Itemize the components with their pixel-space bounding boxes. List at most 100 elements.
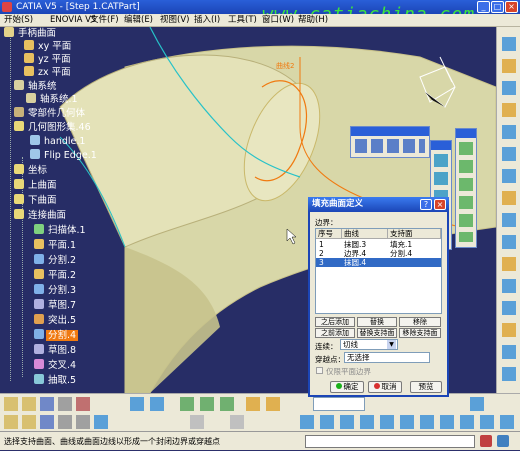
chevron-down-icon[interactable]: ▼ bbox=[387, 340, 396, 349]
point-icon[interactable] bbox=[502, 59, 516, 73]
swap-space-icon[interactable] bbox=[500, 415, 514, 429]
close-icon[interactable]: × bbox=[434, 199, 446, 210]
table-row[interactable]: 1 抹圆.3 填充.1 bbox=[316, 240, 441, 249]
menu-window[interactable]: 窗口(W) bbox=[262, 14, 294, 27]
line-icon[interactable] bbox=[502, 81, 516, 95]
toolbar-title-bar[interactable] bbox=[351, 127, 429, 136]
maximize-icon[interactable]: □ bbox=[491, 1, 504, 13]
tree-node-flip-edge-1[interactable]: Flip Edge.1 bbox=[30, 149, 99, 161]
menu-help[interactable]: 帮助(H) bbox=[298, 14, 328, 27]
grid-icon[interactable] bbox=[230, 415, 244, 429]
corner-icon[interactable] bbox=[502, 169, 516, 183]
tree-node-yz-plane[interactable]: yz 平面 bbox=[24, 53, 73, 65]
cancel-button[interactable]: 取消 bbox=[368, 381, 402, 393]
projection-icon[interactable] bbox=[502, 191, 516, 205]
replace-support-button[interactable]: 替换支持面 bbox=[357, 328, 397, 338]
hide-show-icon[interactable] bbox=[480, 415, 494, 429]
open-file-icon[interactable] bbox=[22, 397, 36, 411]
replace-button[interactable]: 替换 bbox=[357, 317, 397, 327]
floating-toolbar-operations[interactable] bbox=[455, 128, 477, 248]
remove-support-button[interactable]: 移除支持面 bbox=[399, 328, 441, 338]
tool-icon-column[interactable] bbox=[459, 142, 473, 242]
save-icon[interactable] bbox=[40, 397, 54, 411]
add-after-button[interactable]: 之后添加 bbox=[315, 317, 355, 327]
planar-boundary-checkbox[interactable] bbox=[316, 367, 323, 374]
ok-button[interactable]: 确定 bbox=[330, 381, 364, 393]
stop-icon[interactable] bbox=[480, 435, 492, 447]
helix-icon[interactable] bbox=[502, 235, 516, 249]
floating-toolbar-sketch[interactable] bbox=[350, 126, 430, 158]
tree-node-split-4[interactable]: 分割.4 bbox=[34, 329, 79, 341]
tree-node-plane-2[interactable]: 平面.2 bbox=[34, 269, 78, 281]
tree-node-extract-5[interactable]: 抽取.5 bbox=[34, 374, 78, 386]
undo-icon[interactable] bbox=[130, 397, 144, 411]
tree-node-intersect-4[interactable]: 交叉.4 bbox=[34, 359, 78, 371]
tree-node-zx-plane[interactable]: zx 平面 bbox=[24, 66, 73, 78]
redo-icon[interactable] bbox=[150, 397, 164, 411]
remove-button[interactable]: 移除 bbox=[399, 317, 441, 327]
tree-node-axis-systems[interactable]: 轴系统 bbox=[14, 80, 59, 92]
tree-node-handle-1[interactable]: handle.1 bbox=[30, 135, 87, 147]
selection-field[interactable] bbox=[313, 397, 365, 411]
folder-icon[interactable] bbox=[22, 415, 36, 429]
continuity-select[interactable]: 切线 ▼ bbox=[340, 339, 398, 350]
tree-node-lower-surface[interactable]: 下曲面 bbox=[14, 194, 59, 206]
toolbar-title-bar[interactable] bbox=[431, 141, 451, 150]
normal-view-icon[interactable] bbox=[420, 415, 434, 429]
curve-icon[interactable] bbox=[502, 125, 516, 139]
tree-node-sweep-1[interactable]: 扫描体.1 bbox=[34, 224, 88, 236]
offset-icon[interactable] bbox=[220, 397, 234, 411]
render-style-icon[interactable] bbox=[460, 415, 474, 429]
tree-node-plane-1[interactable]: 平面.1 bbox=[34, 239, 78, 251]
fill-surface-icon[interactable] bbox=[180, 397, 194, 411]
zoom-in-icon[interactable] bbox=[380, 415, 394, 429]
command-go-icon[interactable] bbox=[497, 435, 509, 447]
tree-node-sketch-8[interactable]: 草图.8 bbox=[34, 344, 78, 356]
print-icon[interactable] bbox=[58, 397, 72, 411]
rotate-view-icon[interactable] bbox=[360, 415, 374, 429]
menu-start[interactable]: 开始(S) bbox=[4, 14, 33, 27]
tree-node-coordinates[interactable]: 坐标 bbox=[14, 164, 49, 176]
close-icon[interactable]: × bbox=[505, 1, 518, 13]
add-before-button[interactable]: 之前添加 bbox=[315, 328, 355, 338]
formula-icon[interactable] bbox=[190, 415, 204, 429]
table-row[interactable]: 2 边界.4 分割.4 bbox=[316, 249, 441, 258]
preview-button[interactable]: 预览 bbox=[410, 381, 442, 393]
tree-node-extrude-5[interactable]: 突出.5 bbox=[34, 314, 78, 326]
copy-icon[interactable] bbox=[58, 415, 72, 429]
tree-node-split-3[interactable]: 分割.3 bbox=[34, 284, 78, 296]
tree-node-sketch-7[interactable]: 草图.7 bbox=[34, 299, 78, 311]
new-icon[interactable] bbox=[4, 415, 18, 429]
table-row[interactable]: 3 抹圆.4 bbox=[316, 258, 441, 267]
pan-icon[interactable] bbox=[340, 415, 354, 429]
translate-icon[interactable] bbox=[502, 323, 516, 337]
chamfer-icon[interactable] bbox=[266, 397, 280, 411]
split-icon[interactable] bbox=[502, 279, 516, 293]
new-file-icon[interactable] bbox=[4, 397, 18, 411]
menu-edit[interactable]: 编辑(E) bbox=[124, 14, 153, 27]
save-all-icon[interactable] bbox=[40, 415, 54, 429]
tree-node-upper-surface[interactable]: 上曲面 bbox=[14, 179, 59, 191]
trim-icon[interactable] bbox=[502, 301, 516, 315]
pass-point-field[interactable]: 无选择 bbox=[344, 352, 430, 363]
iso-view-icon[interactable] bbox=[440, 415, 454, 429]
plane-icon[interactable] bbox=[502, 103, 516, 117]
tree-node-part-body[interactable]: 零部件几何体 bbox=[14, 107, 87, 119]
tree-node-connecting-surface[interactable]: 连接曲面 bbox=[14, 209, 68, 221]
tool-icon-row[interactable] bbox=[355, 139, 425, 153]
fillet-icon[interactable] bbox=[246, 397, 260, 411]
tree-node-geoset-46[interactable]: 几何图形集.46 bbox=[14, 121, 93, 133]
tree-node-split-2[interactable]: 分割.2 bbox=[34, 254, 78, 266]
rotate-icon[interactable] bbox=[502, 345, 516, 359]
menu-file[interactable]: 文件(F) bbox=[90, 14, 119, 27]
tree-node-xy-plane[interactable]: xy 平面 bbox=[24, 40, 73, 52]
symmetry-icon[interactable] bbox=[502, 367, 516, 381]
help-icon[interactable]: ? bbox=[420, 199, 432, 210]
help-icon[interactable] bbox=[94, 415, 108, 429]
menu-view[interactable]: 视图(V) bbox=[160, 14, 189, 27]
cut-icon[interactable] bbox=[76, 397, 90, 411]
extrude-surface-icon[interactable] bbox=[200, 397, 214, 411]
sketch-icon[interactable] bbox=[502, 37, 516, 51]
join-icon[interactable] bbox=[502, 257, 516, 271]
paste-icon[interactable] bbox=[76, 415, 90, 429]
